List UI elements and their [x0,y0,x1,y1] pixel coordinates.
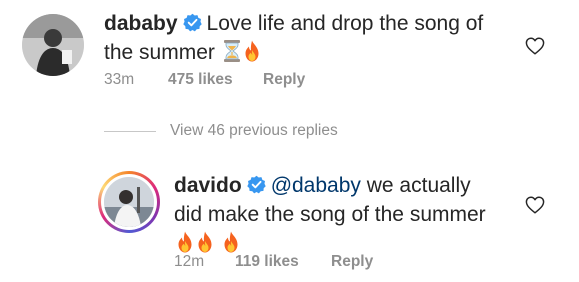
mention-link[interactable]: @dababy [271,174,361,197]
comment-username[interactable]: dababy [104,12,178,35]
verified-badge-icon [182,13,202,32]
profile-photo-icon [22,14,84,76]
likes-count[interactable]: 475 likes [168,71,233,89]
reply-button[interactable]: Reply [331,253,373,271]
replies-divider-line [104,131,156,132]
comment-username[interactable]: davido [174,174,242,197]
avatar-dababy[interactable] [22,14,84,76]
reply-button[interactable]: Reply [263,71,305,89]
comment-timestamp: 12m [174,253,205,270]
comment-davido-body: davido @dababy we actually did make the … [174,171,504,258]
comment-dababy-meta: 33m 475 likes Reply [104,71,404,91]
heart-outline-icon[interactable] [525,37,545,55]
fire-emoji [198,231,212,253]
fire-emoji [224,231,238,253]
hourglass-emoji [223,40,240,62]
view-previous-replies[interactable]: View 46 previous replies [104,122,464,142]
profile-photo-icon [104,177,154,227]
heart-outline-icon[interactable] [525,196,545,214]
fire-emoji [245,40,259,62]
avatar-davido[interactable] [104,177,154,227]
likes-count[interactable]: 119 likes [235,253,299,271]
verified-badge-icon [246,175,266,194]
story-ring[interactable] [98,171,160,233]
comment-davido-meta: 12m 119 likes Reply [174,253,474,273]
fire-emoji [178,231,192,253]
comment-timestamp: 33m [104,71,135,88]
view-replies-label[interactable]: View 46 previous replies [170,122,338,140]
comment-dababy-body: dababy Love life and drop the song of th… [104,9,504,67]
